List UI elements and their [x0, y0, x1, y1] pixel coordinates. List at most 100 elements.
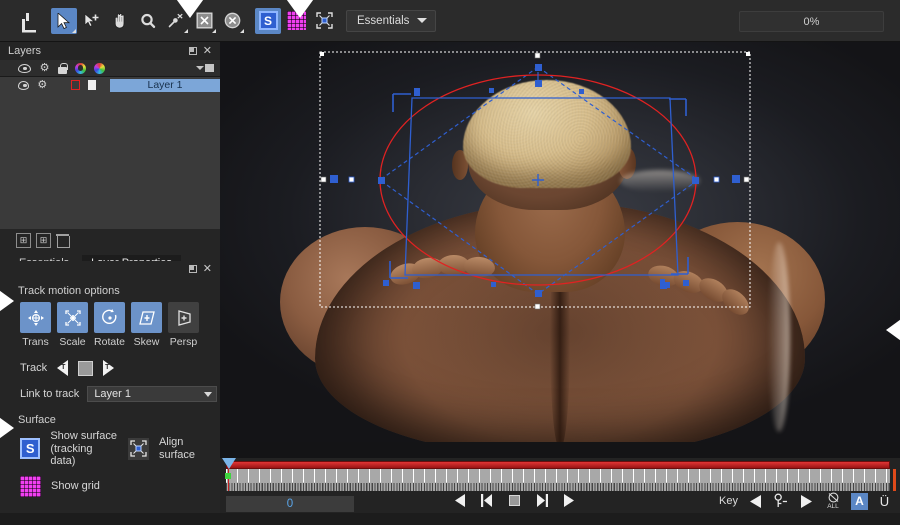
tool-expand-corner	[72, 28, 76, 33]
work-area-bar[interactable]	[226, 461, 890, 469]
delete-key-button[interactable]	[774, 493, 788, 510]
align-surface-button[interactable]	[127, 437, 149, 460]
hand-left	[387, 254, 500, 308]
next-key-button[interactable]	[797, 493, 815, 510]
pan-tool[interactable]	[107, 8, 133, 34]
motion-option-trans[interactable]: Trans	[20, 302, 51, 348]
surface-row-1: S Show surface (tracking data) Align sur…	[0, 430, 220, 468]
motion-label-rotate: Rotate	[94, 336, 125, 348]
layer-fill-swatch[interactable]	[87, 80, 97, 90]
pointer-arrow-left-upper	[0, 285, 14, 317]
show-surface-toggle[interactable]: S	[20, 438, 41, 460]
eye-icon[interactable]	[18, 80, 30, 90]
pointer-arrow-top-left	[174, 0, 206, 18]
status-bar	[0, 513, 900, 525]
close-icon[interactable]: ✕	[203, 45, 212, 57]
transport-controls	[452, 492, 577, 509]
surface-row-2: Show grid	[0, 475, 220, 497]
layer-name-label[interactable]: Layer 1	[110, 78, 220, 92]
motion-label-trans: Trans	[22, 336, 49, 348]
workspace-label: Essentials	[357, 14, 410, 27]
pointer-arrow-left-lower	[0, 412, 14, 444]
prev-frame-button[interactable]	[452, 492, 469, 509]
track-controls: Track T T	[0, 348, 220, 376]
motion-option-persp[interactable]: Persp	[168, 302, 199, 348]
motion-label-skew: Skew	[133, 336, 160, 348]
track-motion-options: Trans Scale Rotate Skew Persp	[0, 302, 220, 348]
play-button[interactable]	[560, 492, 577, 509]
new-folder-icon[interactable]: ⊞	[16, 232, 31, 248]
delete-x-round-tool[interactable]	[219, 8, 245, 34]
motion-option-scale[interactable]: Scale	[57, 302, 88, 348]
show-surface-tool[interactable]: S	[255, 7, 281, 34]
align-icon	[130, 440, 147, 457]
color-wheel-filled-icon[interactable]	[94, 62, 105, 74]
layers-panel-title: Layers ✕	[0, 42, 220, 60]
layers-footer-toolbar: ⊞ ⊞	[0, 229, 220, 251]
motion-option-skew[interactable]: Skew	[131, 302, 162, 348]
select-tool[interactable]	[51, 7, 77, 34]
track-forward-button[interactable]: T	[103, 360, 115, 376]
arrow-cursor-icon	[57, 12, 71, 29]
gear-icon[interactable]: ⚙	[37, 79, 47, 91]
playhead-line	[228, 468, 229, 491]
skew-icon	[131, 302, 162, 333]
show-surface-line2: (tracking data)	[50, 442, 93, 468]
timeline-ruler[interactable]	[226, 469, 890, 491]
close-icon[interactable]: ✕	[203, 263, 212, 275]
eye-icon[interactable]	[18, 63, 31, 73]
prev-key-button[interactable]	[747, 493, 765, 510]
magnifier-icon	[141, 13, 156, 28]
track-stop-button[interactable]	[78, 360, 94, 376]
left-dock: Layers ✕ ⚙ ⚙ Layer 1 ⊞ ⊞ ✕ Track motion …	[0, 42, 220, 525]
link-to-track-label: Link to track	[20, 388, 80, 400]
surface-section-label: Surface	[18, 414, 56, 426]
step-forward-button[interactable]	[533, 492, 550, 509]
float-panel-icon[interactable]	[188, 265, 197, 273]
link-to-track-value: Layer 1	[94, 388, 132, 400]
layer-outline-swatch[interactable]	[70, 80, 80, 90]
link-to-track-select[interactable]: Layer 1	[87, 386, 218, 402]
gear-icon[interactable]: ⚙	[39, 62, 50, 74]
move-icon	[20, 302, 51, 333]
track-backward-button[interactable]: T	[57, 360, 69, 376]
link-to-track-row: Link to track Layer 1	[0, 376, 220, 402]
frame-number-field[interactable]: 0	[226, 496, 354, 512]
import-icon[interactable]	[15, 8, 41, 34]
show-grid-toggle[interactable]	[20, 475, 41, 497]
duplicate-icon[interactable]: ⊞	[36, 232, 51, 248]
add-point-tool[interactable]	[79, 8, 105, 34]
delete-all-keys-button[interactable]: ALL	[824, 492, 842, 510]
tool-expand-corner	[184, 28, 188, 33]
viewer-canvas[interactable]	[220, 42, 900, 458]
lock-icon[interactable]	[58, 62, 68, 74]
stop-button[interactable]	[506, 492, 523, 509]
step-back-button[interactable]	[479, 492, 496, 509]
motion-option-rotate[interactable]: Rotate	[94, 302, 125, 348]
layers-title-label: Layers	[8, 45, 42, 57]
table-row[interactable]: ⚙ Layer 1	[0, 77, 220, 93]
u-key-button[interactable]: Ü	[877, 493, 892, 510]
workspace-selector[interactable]: Essentials	[346, 9, 437, 32]
auto-key-button[interactable]: A	[851, 492, 868, 510]
progress-label: 0%	[803, 15, 820, 28]
layers-list[interactable]: ⚙ Layer 1	[0, 77, 220, 229]
color-wheel-outline-icon[interactable]	[75, 62, 86, 74]
chevron-down-icon	[417, 18, 428, 23]
perspective-icon	[168, 302, 199, 333]
chevron-down-icon	[204, 391, 213, 397]
track-label: Track	[20, 362, 48, 374]
layer-properties-panel: ✕ Track motion options Trans Scale Rotat…	[0, 261, 220, 525]
layers-column-header: ⚙	[0, 60, 220, 77]
in-point-marker[interactable]	[225, 473, 231, 479]
delete-icon[interactable]	[56, 233, 70, 248]
zoom-tool[interactable]	[135, 8, 161, 34]
pointer-arrow-top-right	[284, 0, 316, 18]
application-window: S Essentials 0% Layers ✕ ⚙ ⚙ Layer 1 ⊞ ⊞…	[0, 0, 900, 525]
s-badge-icon: S	[258, 11, 278, 30]
layers-menu-icon[interactable]	[196, 64, 214, 72]
tool-expand-corner	[240, 28, 244, 33]
playhead-handle[interactable]	[222, 458, 236, 469]
arrow-plus-icon	[84, 12, 99, 27]
float-panel-icon[interactable]	[188, 47, 197, 55]
